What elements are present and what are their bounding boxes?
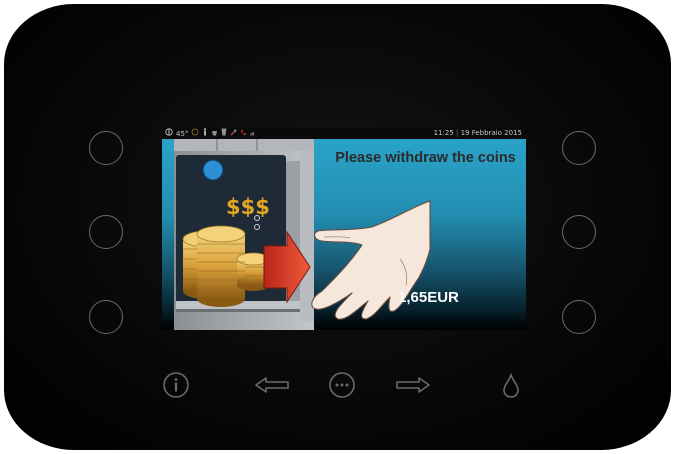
left-side-button-top[interactable] [89, 131, 123, 165]
menu-dots-icon[interactable] [328, 371, 356, 404]
status-date: 19 Febbraio 2015 [460, 129, 522, 137]
withdraw-message: Please withdraw the coins [335, 150, 516, 166]
arrow-left-icon[interactable] [254, 376, 292, 399]
right-side-button-bottom[interactable] [562, 300, 596, 334]
display-screen: 45° 11:25 | 19 Febbraio 2015 $$$ Please … [162, 128, 526, 330]
phone-icon [240, 129, 247, 140]
screen-content: $$$ Please withdraw the coins 1,65EUR [162, 139, 526, 330]
drop-icon[interactable] [501, 372, 521, 404]
refund-amount: 1,65EUR [398, 289, 459, 306]
right-side-button-top[interactable] [562, 131, 596, 165]
signal-icon [250, 129, 256, 140]
arrow-right-icon[interactable] [393, 376, 431, 399]
left-side-button-bottom[interactable] [89, 300, 123, 334]
wrench-icon [230, 129, 237, 140]
cup-icon [211, 129, 218, 140]
status-bar: 45° 11:25 | 19 Febbraio 2015 [162, 128, 526, 139]
left-side-button-middle[interactable] [89, 215, 123, 249]
right-side-button-middle[interactable] [562, 215, 596, 249]
info-icon[interactable] [162, 371, 190, 404]
status-separator: | [456, 129, 459, 137]
status-time: 11:25 [433, 129, 454, 137]
dollar-signs-label: $$$ [226, 195, 270, 219]
coin-return-illustration: $$$ [174, 139, 431, 330]
temperature-value: 45° [176, 129, 189, 138]
